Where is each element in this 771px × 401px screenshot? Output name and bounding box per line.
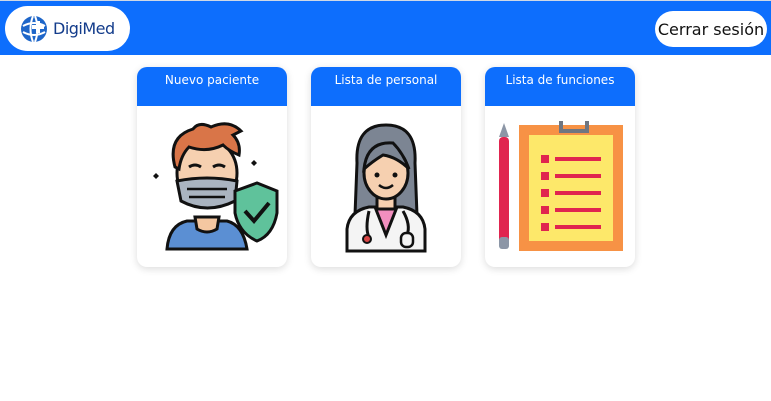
card-title: Nuevo paciente xyxy=(137,67,287,106)
female-doctor-icon xyxy=(345,123,427,253)
card-title: Lista de personal xyxy=(311,67,461,106)
brand-logo[interactable]: DigiMed xyxy=(5,6,130,51)
card-functions-list[interactable]: Lista de funciones xyxy=(485,67,635,267)
card-new-patient[interactable]: Nuevo paciente xyxy=(137,67,287,267)
clipboard-checklist-icon xyxy=(499,121,623,251)
card-staff-list[interactable]: Lista de personal xyxy=(311,67,461,267)
masked-patient-shield-icon xyxy=(153,122,279,251)
logout-button[interactable]: Cerrar sesión xyxy=(655,11,767,47)
brand-name: DigiMed xyxy=(53,19,115,38)
globe-logo-icon xyxy=(21,15,47,42)
top-navbar: DigiMed Cerrar sesión xyxy=(0,0,771,55)
card-title: Lista de funciones xyxy=(485,67,635,106)
